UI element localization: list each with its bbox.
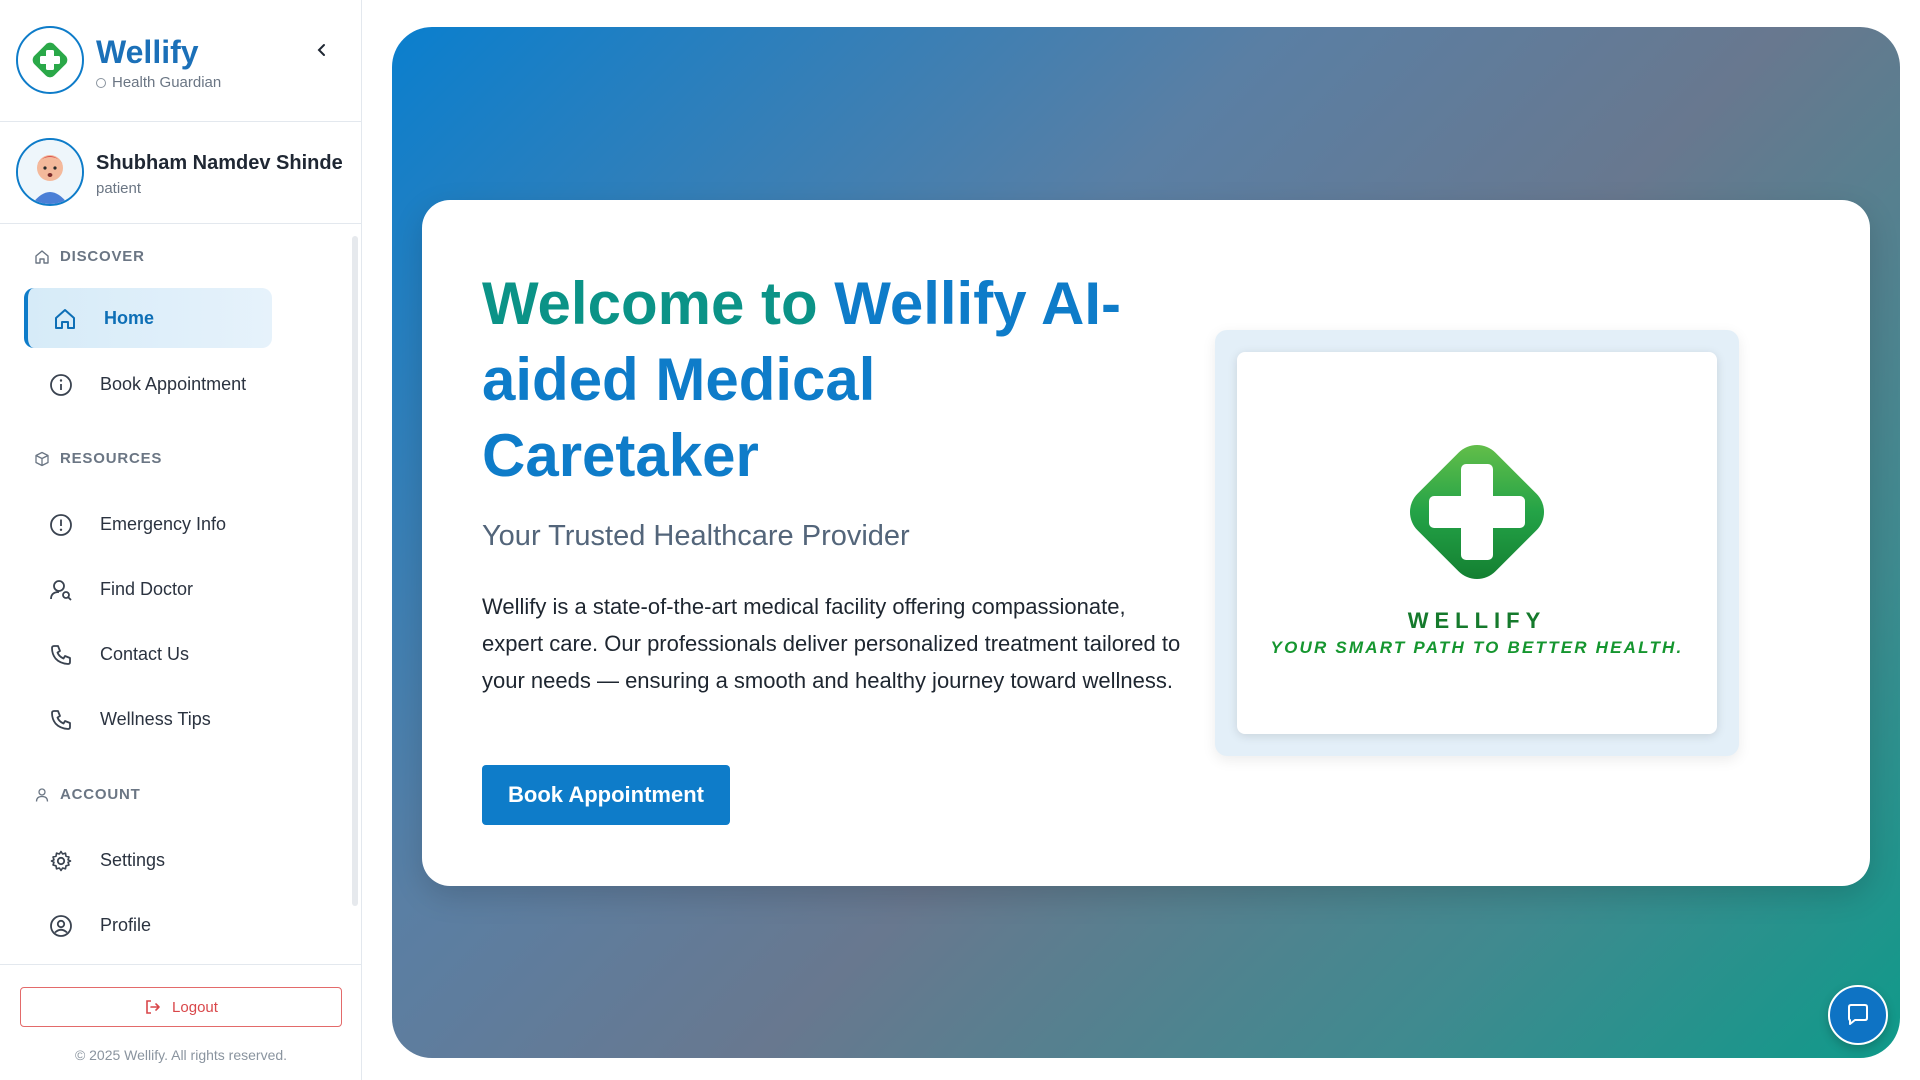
home-icon: [52, 306, 78, 332]
sidebar-item-settings[interactable]: Settings: [24, 830, 272, 890]
sidebar-item-label: Settings: [100, 849, 166, 870]
avatar[interactable]: [16, 138, 84, 206]
sidebar-item-profile[interactable]: Profile: [24, 895, 272, 955]
brand-logo: [16, 26, 84, 94]
user-icon: [35, 787, 49, 802]
medical-cross-icon: [1409, 444, 1545, 580]
avatar-illustration-icon: [18, 140, 82, 204]
sidebar-item-label: Wellness Tips: [100, 708, 211, 729]
sidebar-item-label: Home: [104, 307, 155, 328]
info-icon: [48, 372, 74, 398]
sidebar-footer: Logout © 2025 Wellify. All rights reserv…: [0, 964, 362, 1080]
sidebar: Wellify Health Guardian Shubham Namdev S…: [0, 0, 362, 1080]
logout-button[interactable]: Logout: [20, 987, 342, 1027]
sidebar-item-label: Profile: [100, 914, 152, 935]
copyright-text: © 2025 Wellify. All rights reserved.: [74, 1047, 288, 1063]
user-role: patient: [96, 180, 142, 197]
sidebar-item-wellness-tips[interactable]: Wellness Tips: [24, 689, 272, 749]
logout-icon: [146, 1000, 160, 1014]
main-content: Welcome to Wellify AI-aided Medical Care…: [392, 27, 1900, 1058]
sidebar-scrollbar[interactable]: [352, 236, 358, 906]
sidebar-item-emergency-info[interactable]: Emergency Info: [24, 494, 272, 554]
chat-bubble-icon: [1848, 1004, 1868, 1025]
hero-description: Wellify is a state-of-the-art medical fa…: [482, 594, 1181, 693]
sidebar-item-label: Emergency Info: [100, 513, 227, 534]
section-discover-label: DISCOVER: [60, 248, 145, 265]
section-account: ACCOUNT: [34, 786, 141, 803]
sidebar-item-label: Contact Us: [100, 643, 190, 664]
sidebar-item-book-appointment[interactable]: Book Appointment: [24, 354, 272, 414]
logo-card: WELLIFY YOUR SMART PATH TO BETTER HEALTH…: [1237, 352, 1717, 734]
hero-subtitle: Your Trusted Healthcare Provider: [482, 520, 910, 552]
brand-header: Wellify Health Guardian: [0, 0, 362, 122]
user-search-icon: [48, 577, 74, 603]
medical-cross-icon: [32, 42, 68, 78]
chat-button[interactable]: [1828, 985, 1888, 1045]
logo-tagline: YOUR SMART PATH TO BETTER HEALTH.: [1270, 638, 1684, 657]
phone-icon: [48, 642, 74, 668]
sidebar-nav: DISCOVER Home Book Appointment RESOURCES: [0, 224, 352, 964]
brand-name: Wellify: [96, 34, 199, 70]
section-resources-label: RESOURCES: [60, 450, 163, 467]
sidebar-item-label: Book Appointment: [100, 373, 247, 394]
sidebar-item-home[interactable]: Home: [24, 288, 272, 348]
phone-icon: [48, 707, 74, 733]
brand-subtitle: Health Guardian: [96, 74, 221, 91]
section-discover: DISCOVER: [34, 248, 145, 265]
hero-title-welcome: Welcome to: [482, 270, 818, 337]
logo-wordmark: WELLIFY: [1407, 608, 1547, 633]
user-circle-icon: [48, 913, 74, 939]
section-account-label: ACCOUNT: [60, 786, 141, 803]
section-resources: RESOURCES: [34, 450, 162, 467]
status-ring-icon: [96, 77, 106, 88]
logout-label: Logout: [172, 998, 218, 1016]
hero-title: Welcome to Wellify AI-aided Medical Care…: [482, 266, 1122, 494]
collapse-sidebar-button[interactable]: [310, 38, 334, 62]
hero-card: Welcome to Wellify AI-aided Medical Care…: [422, 200, 1870, 886]
chevron-left-icon: [317, 44, 325, 56]
book-appointment-button[interactable]: Book Appointment: [482, 765, 730, 825]
sidebar-item-contact-us[interactable]: Contact Us: [24, 624, 272, 684]
home-icon: [35, 249, 49, 264]
brand-subtitle-text: Health Guardian: [112, 74, 222, 91]
gear-icon: [48, 848, 74, 874]
cube-icon: [35, 451, 49, 466]
logo-frame: WELLIFY YOUR SMART PATH TO BETTER HEALTH…: [1215, 330, 1739, 756]
alert-icon: [48, 512, 74, 538]
sidebar-item-label: Find Doctor: [100, 578, 194, 599]
user-name: Shubham Namdev Shinde: [96, 152, 343, 174]
sidebar-item-find-doctor[interactable]: Find Doctor: [24, 559, 272, 619]
user-profile-card: Shubham Namdev Shinde patient: [0, 122, 362, 224]
